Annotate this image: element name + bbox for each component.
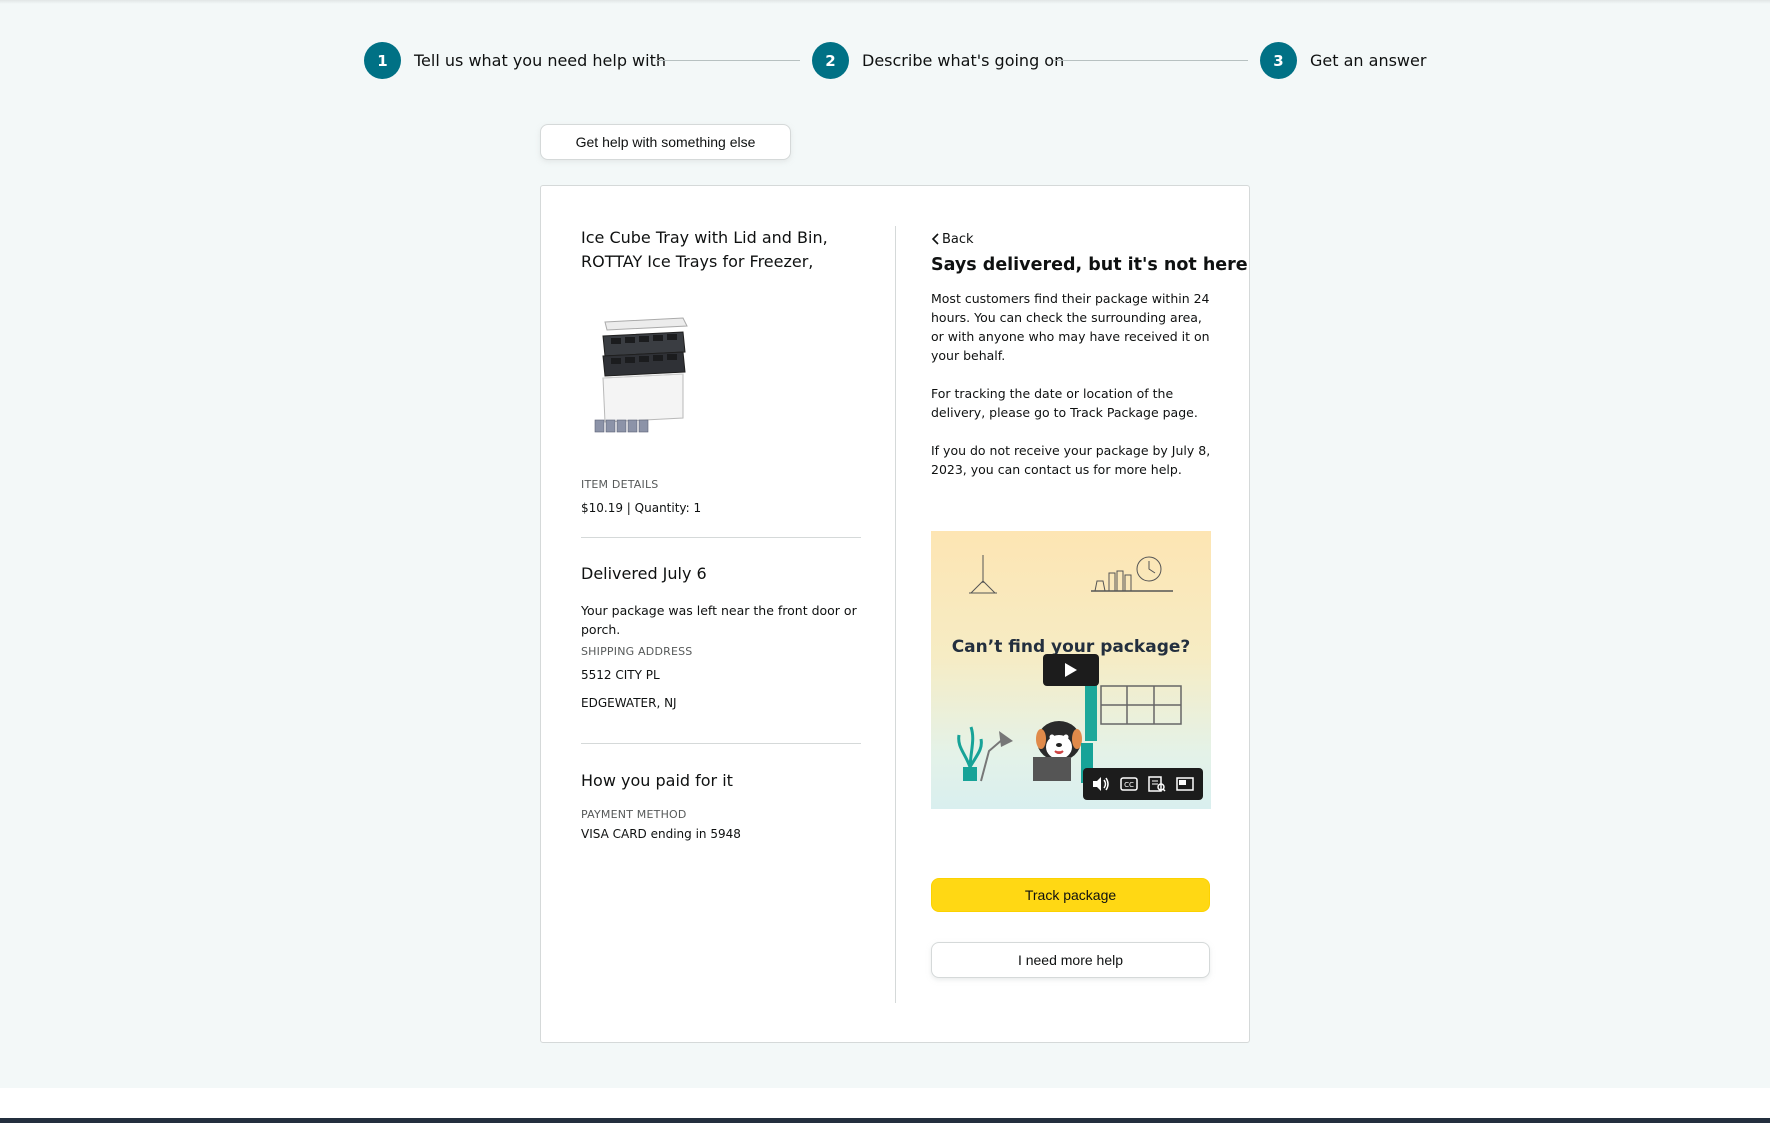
help-card: Ice Cube Tray with Lid and Bin, ROTTAY I… bbox=[540, 185, 1250, 1043]
payment-heading: How you paid for it bbox=[581, 771, 733, 790]
transcript-icon[interactable] bbox=[1146, 773, 1168, 795]
video-controls: CC bbox=[1083, 768, 1203, 800]
answer-panel: Back Says delivered, but it's not here M… bbox=[931, 230, 1248, 479]
step-label: Get an answer bbox=[1310, 51, 1427, 70]
back-link[interactable]: Back bbox=[931, 232, 974, 247]
play-button[interactable] bbox=[1043, 654, 1099, 686]
address-line-2: EDGEWATER, NJ bbox=[581, 696, 677, 710]
chevron-left-icon bbox=[931, 233, 939, 245]
item-details-value: $10.19 | Quantity: 1 bbox=[581, 501, 702, 515]
help-video[interactable]: Can’t find your package? CC bbox=[931, 531, 1211, 809]
item-details: ITEM DETAILS $10.19 | Quantity: 1 bbox=[581, 478, 701, 515]
delivery-message: Your package was left near the front doo… bbox=[581, 603, 857, 637]
answer-title: Says delivered, but it's not here bbox=[931, 255, 1248, 275]
step-number: 2 bbox=[812, 42, 849, 79]
top-shadow bbox=[0, 0, 1770, 4]
volume-icon[interactable] bbox=[1090, 773, 1112, 795]
product-image[interactable] bbox=[591, 308, 701, 438]
shipping-address-label: SHIPPING ADDRESS bbox=[581, 645, 693, 658]
back-label: Back bbox=[942, 231, 974, 247]
payment-method-label: PAYMENT METHOD bbox=[581, 808, 687, 821]
track-package-button[interactable]: Track package bbox=[931, 878, 1210, 912]
product-title[interactable]: Ice Cube Tray with Lid and Bin, ROTTAY I… bbox=[581, 226, 851, 274]
progress-stepper: 1 Tell us what you need help with 2 Desc… bbox=[0, 42, 1770, 80]
payment-method-value: VISA CARD ending in 5948 bbox=[581, 827, 741, 841]
step-connector bbox=[1053, 60, 1248, 61]
step-label: Tell us what you need help with bbox=[414, 51, 666, 70]
footer-spacer bbox=[0, 1088, 1770, 1118]
more-help-button[interactable]: I need more help bbox=[931, 942, 1210, 978]
order-summary: Ice Cube Tray with Lid and Bin, ROTTAY I… bbox=[581, 226, 861, 841]
divider bbox=[581, 537, 861, 538]
step-3: 3 Get an answer bbox=[1260, 42, 1426, 79]
item-details-label: ITEM DETAILS bbox=[581, 478, 659, 491]
step-connector bbox=[656, 60, 800, 61]
step-2: 2 Describe what's going on bbox=[812, 42, 1064, 79]
step-1: 1 Tell us what you need help with bbox=[364, 42, 666, 79]
payment-section: How you paid for it PAYMENT METHOD VISA … bbox=[581, 771, 861, 841]
step-number: 1 bbox=[364, 42, 401, 79]
answer-paragraph-1: Most customers find their package within… bbox=[931, 291, 1210, 363]
answer-paragraph-2: For tracking the date or location of the… bbox=[931, 386, 1198, 420]
footer-bar bbox=[0, 1118, 1770, 1123]
column-divider bbox=[895, 226, 896, 1003]
address-line-1: 5512 CITY PL bbox=[581, 668, 660, 682]
step-number: 3 bbox=[1260, 42, 1297, 79]
delivery-section: Delivered July 6 Your package was left n… bbox=[581, 564, 861, 710]
play-icon bbox=[1065, 663, 1077, 677]
answer-paragraph-3: If you do not receive your package by Ju… bbox=[931, 443, 1211, 477]
captions-icon[interactable]: CC bbox=[1118, 773, 1140, 795]
get-help-else-button[interactable]: Get help with something else bbox=[540, 124, 791, 160]
svg-text:CC: CC bbox=[1124, 781, 1134, 789]
delivery-heading: Delivered July 6 bbox=[581, 564, 707, 583]
divider bbox=[581, 743, 861, 744]
step-label: Describe what's going on bbox=[862, 51, 1065, 70]
picture-in-picture-icon[interactable] bbox=[1174, 773, 1196, 795]
